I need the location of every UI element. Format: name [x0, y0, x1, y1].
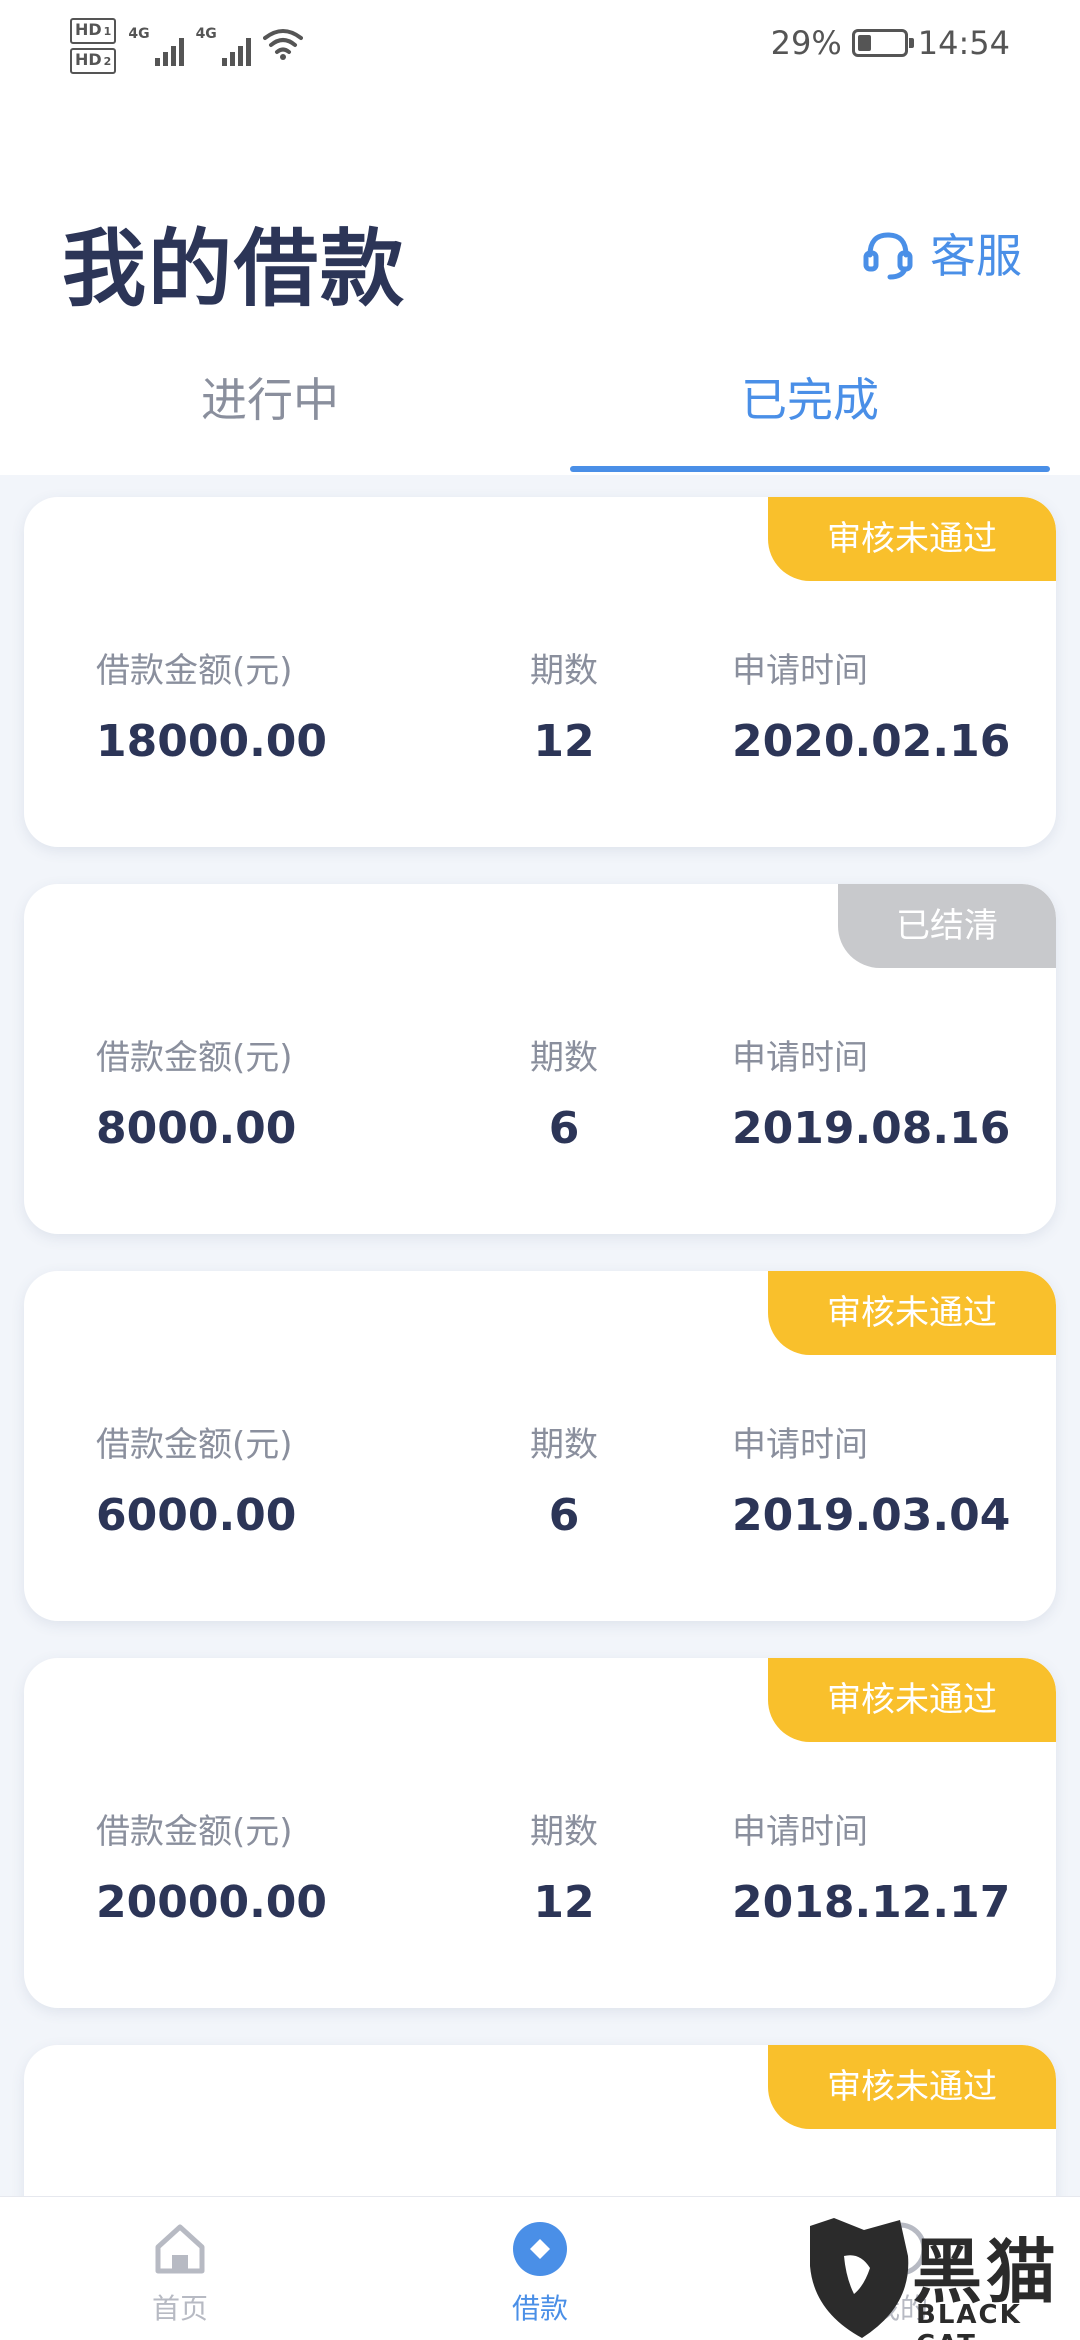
- amount-value: 6000.00: [96, 1490, 297, 1541]
- status-badge: 审核未通过: [768, 497, 1056, 581]
- customer-service-button[interactable]: 客服: [860, 220, 1022, 286]
- headset-icon: [863, 232, 913, 280]
- terms-value: 12: [533, 1877, 595, 1928]
- amount-label: 借款金额(元): [96, 1425, 293, 1465]
- nav-home-label: 首页: [151, 2292, 208, 2325]
- status-badge: 审核未通过: [768, 1658, 1056, 1742]
- terms-label: 期数: [530, 651, 598, 691]
- date-column: 申请时间 2019.03.04: [732, 1417, 1010, 1541]
- black-cat-watermark: 黑猫 BLACK CAT: [804, 2216, 1074, 2340]
- signal-icon-2: 4G: [196, 26, 251, 66]
- terms-column: 期数 6: [464, 1417, 664, 1541]
- date-label: 申请时间: [732, 1038, 868, 1078]
- header: 我的借款 客服 进行中 已完成: [0, 90, 1080, 475]
- nav-home[interactable]: 首页: [80, 2197, 280, 2340]
- status-bar: HD 1 HD 2 4G 4G 29% 14:54: [0, 0, 1080, 90]
- terms-value: 12: [533, 716, 595, 767]
- loan-card[interactable]: 审核未通过 借款金额(元) 20000.00 期数 12 申请时间 2018.1…: [24, 1658, 1056, 2008]
- terms-value: 6: [548, 1103, 580, 1154]
- loan-card[interactable]: 审核未通过 借款金额(元) 6000.00 期数 6 申请时间 2019.03.…: [24, 1271, 1056, 1621]
- terms-label: 期数: [530, 1038, 598, 1078]
- amount-label: 借款金额(元): [96, 1038, 293, 1078]
- amount-value: 18000.00: [96, 716, 328, 767]
- status-right: 29% 14:54: [771, 24, 1010, 62]
- tab-indicator: [570, 466, 1050, 472]
- amount-column: 借款金额(元) 20000.00: [96, 1804, 327, 1928]
- hd-indicators: HD 1 HD 2: [70, 18, 117, 74]
- loan-card[interactable]: 已结清 借款金额(元) 8000.00 期数 6 申请时间 2019.08.16: [24, 884, 1056, 1234]
- terms-label: 期数: [530, 1425, 598, 1465]
- clock: 14:54: [917, 24, 1010, 62]
- date-value: 2018.12.17: [732, 1877, 1011, 1928]
- cat-logo-icon: [810, 2218, 909, 2338]
- tab-in-progress[interactable]: 进行中: [0, 350, 540, 475]
- date-value: 2019.08.16: [732, 1103, 1011, 1154]
- amount-label: 借款金额(元): [96, 1812, 293, 1852]
- terms-value: 6: [548, 1490, 580, 1541]
- amount-value: 20000.00: [96, 1877, 328, 1928]
- amount-column: 借款金额(元) 18000.00: [96, 643, 327, 767]
- tab-bar: 进行中 已完成: [0, 350, 1080, 475]
- amount-value: 8000.00: [96, 1103, 297, 1154]
- nav-loan[interactable]: 借款: [440, 2197, 640, 2340]
- status-badge: 审核未通过: [768, 1271, 1056, 1355]
- tab-completed[interactable]: 已完成: [540, 350, 1080, 475]
- terms-label: 期数: [530, 1812, 598, 1852]
- nav-loan-label: 借款: [511, 2292, 568, 2325]
- status-badge: 已结清: [838, 884, 1056, 968]
- date-value: 2020.02.16: [732, 716, 1011, 767]
- battery-icon: [851, 29, 914, 57]
- date-column: 申请时间 2019.08.16: [732, 1030, 1010, 1154]
- status-left: HD 1 HD 2 4G 4G: [70, 18, 303, 74]
- amount-column: 借款金额(元) 8000.00: [96, 1030, 296, 1154]
- battery-percent: 29%: [770, 24, 842, 62]
- hd-badge-1: HD 1: [70, 18, 117, 44]
- terms-column: 期数 12: [464, 643, 664, 767]
- terms-column: 期数 12: [464, 1804, 664, 1928]
- date-label: 申请时间: [732, 1425, 868, 1465]
- home-icon: [155, 2224, 205, 2274]
- date-column: 申请时间 2020.02.16: [732, 643, 1010, 767]
- date-column: 申请时间 2018.12.17: [732, 1804, 1010, 1928]
- hd-badge-2: HD 2: [70, 48, 117, 74]
- customer-service-label: 客服: [930, 229, 1022, 283]
- signal-icon: 4G: [128, 26, 184, 66]
- date-value: 2019.03.04: [732, 1490, 1011, 1541]
- loan-icon: [513, 2222, 567, 2276]
- wifi-icon: [262, 29, 303, 60]
- date-label: 申请时间: [732, 1812, 868, 1852]
- amount-column: 借款金额(元) 6000.00: [96, 1417, 296, 1541]
- page-title: 我的借款: [62, 220, 407, 318]
- watermark-en: BLACK CAT: [916, 2300, 1022, 2340]
- date-label: 申请时间: [732, 651, 868, 691]
- amount-label: 借款金额(元): [96, 651, 293, 691]
- status-badge: 审核未通过: [768, 2045, 1056, 2129]
- loan-card[interactable]: 审核未通过 借款金额(元) 18000.00 期数 12 申请时间 2020.0…: [24, 497, 1056, 847]
- terms-column: 期数 6: [464, 1030, 664, 1154]
